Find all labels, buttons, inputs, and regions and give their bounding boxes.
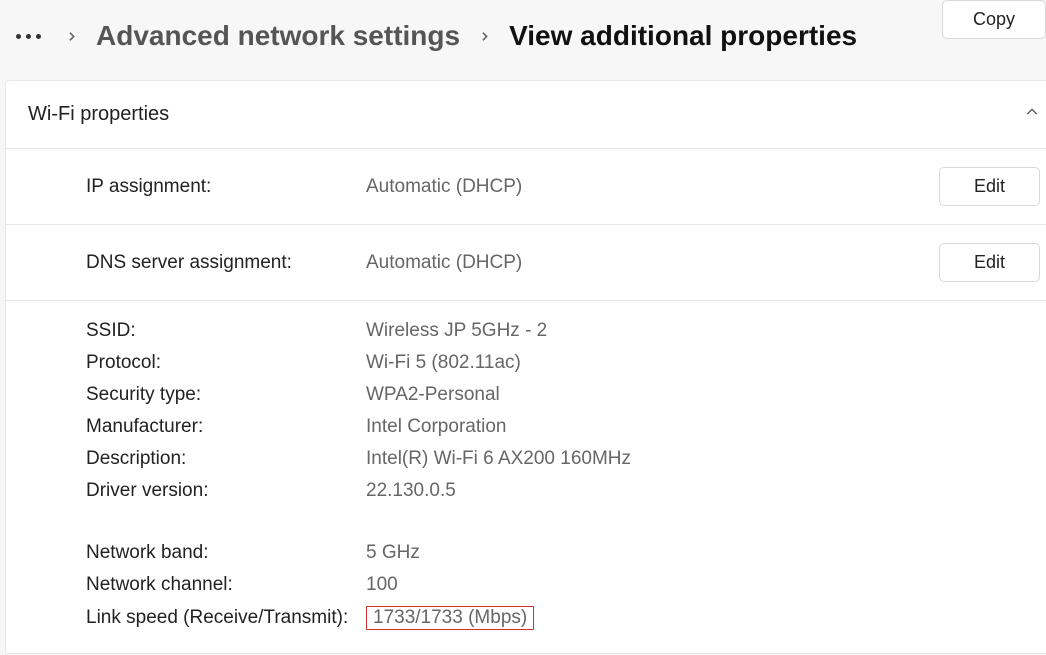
detail-row: Protocol:Wi-Fi 5 (802.11ac) (86, 347, 1040, 379)
panel-header[interactable]: Wi-Fi properties (6, 81, 1046, 149)
dns-assignment-label: DNS server assignment: (86, 252, 366, 274)
detail-row: SSID:Wireless JP 5GHz - 2 (86, 315, 1040, 347)
detail-value: WPA2-Personal (366, 384, 1040, 406)
detail-row: Description:Intel(R) Wi-Fi 6 AX200 160MH… (86, 443, 1040, 475)
breadcrumb-parent[interactable]: Advanced network settings (96, 20, 460, 52)
detail-label: Link speed (Receive/Transmit): (86, 607, 366, 629)
breadcrumb-current: View additional properties (509, 20, 857, 52)
detail-value: Wireless JP 5GHz - 2 (366, 320, 1040, 342)
wifi-details: Copy SSID:Wireless JP 5GHz - 2Protocol:W… (6, 301, 1046, 653)
dns-assignment-value: Automatic (DHCP) (366, 252, 939, 274)
detail-label: Network channel: (86, 574, 366, 596)
detail-row: Security type:WPA2-Personal (86, 379, 1040, 411)
chevron-right-icon (65, 30, 78, 43)
panel-title: Wi-Fi properties (28, 103, 169, 126)
ip-assignment-label: IP assignment: (86, 176, 366, 198)
edit-dns-button[interactable]: Edit (939, 243, 1040, 282)
detail-label: Security type: (86, 384, 366, 406)
detail-label: Manufacturer: (86, 416, 366, 438)
detail-value: 1733/1733 (Mbps) (366, 606, 1040, 630)
copy-button[interactable]: Copy (942, 0, 1046, 39)
detail-row: Driver version:22.130.0.5 (86, 475, 1040, 507)
detail-row: Link speed (Receive/Transmit):1733/1733 … (86, 601, 1040, 635)
detail-value: 100 (366, 574, 1040, 596)
detail-value: 22.130.0.5 (366, 480, 1040, 502)
chevron-up-icon (1024, 103, 1040, 126)
ip-assignment-value: Automatic (DHCP) (366, 176, 939, 198)
highlight-box: 1733/1733 (Mbps) (366, 606, 534, 630)
detail-label: Driver version: (86, 480, 366, 502)
breadcrumb-more-icon[interactable] (10, 34, 47, 39)
breadcrumb: Advanced network settings View additiona… (0, 0, 1046, 80)
detail-row: Network channel:100 (86, 569, 1040, 601)
detail-row: Network band:5 GHz (86, 537, 1040, 569)
detail-label: SSID: (86, 320, 366, 342)
detail-label: Description: (86, 448, 366, 470)
detail-value: Wi-Fi 5 (802.11ac) (366, 352, 1040, 374)
detail-value: 5 GHz (366, 542, 1040, 564)
detail-value: Intel Corporation (366, 416, 1040, 438)
dns-assignment-row: DNS server assignment: Automatic (DHCP) … (6, 225, 1046, 301)
detail-row: Manufacturer:Intel Corporation (86, 411, 1040, 443)
chevron-right-icon (478, 30, 491, 43)
detail-label: Protocol: (86, 352, 366, 374)
detail-value: Intel(R) Wi-Fi 6 AX200 160MHz (366, 448, 1040, 470)
wifi-properties-panel: Wi-Fi properties IP assignment: Automati… (5, 80, 1046, 654)
ip-assignment-row: IP assignment: Automatic (DHCP) Edit (6, 149, 1046, 225)
detail-label: Network band: (86, 542, 366, 564)
edit-ip-button[interactable]: Edit (939, 167, 1040, 206)
